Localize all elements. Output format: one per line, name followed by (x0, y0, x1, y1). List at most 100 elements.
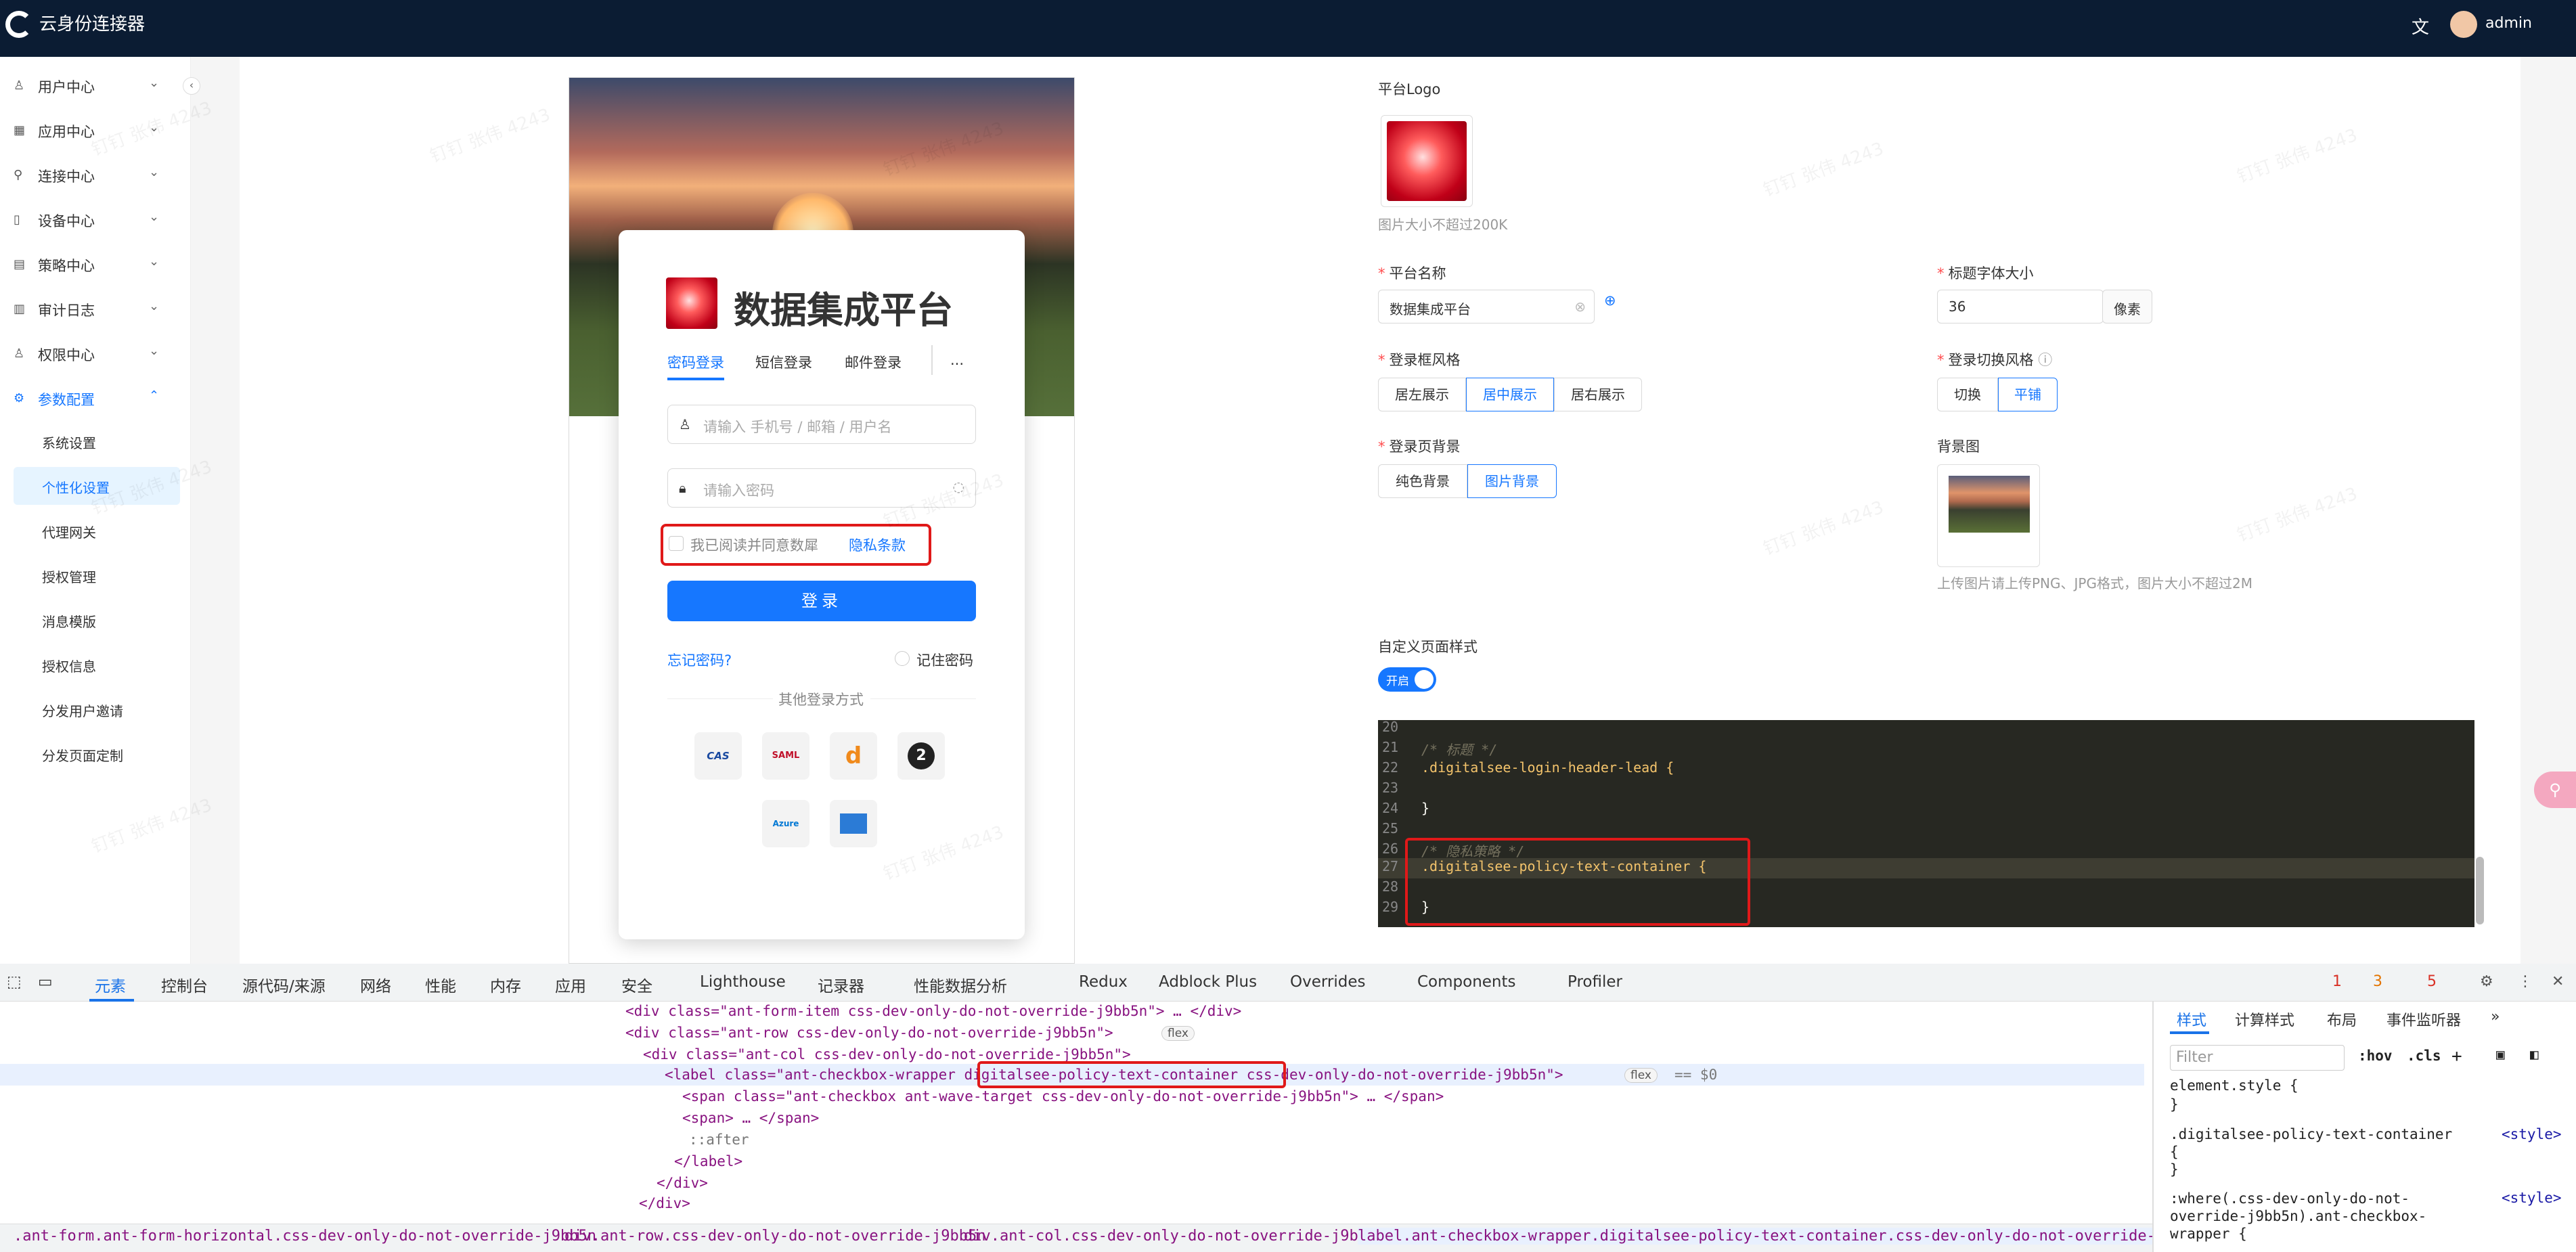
azure-login-icon[interactable]: Azure (762, 800, 809, 847)
logo-upload[interactable] (1381, 115, 1473, 207)
oidc-login-icon[interactable]: d (830, 732, 877, 780)
forgot-password-link[interactable]: 忘记密码? (667, 650, 732, 670)
tab-lighthouse[interactable]: Lighthouse (700, 973, 786, 991)
dom-line[interactable]: <div class="ant-row css-dev-only-do-not-… (625, 1025, 1113, 1041)
rule-source-link[interactable]: <style> (2502, 1126, 2562, 1142)
tab-sources[interactable]: 源代码/来源 (242, 973, 326, 996)
sidebar-item-audit-log[interactable]: ▥ 审计日志 ⌄ (0, 290, 191, 330)
remember-checkbox[interactable] (895, 651, 910, 666)
sidebar-item-permission-center[interactable]: ♙ 权限中心 ⌄ (0, 334, 191, 375)
tab-overrides[interactable]: Overrides (1290, 973, 1366, 991)
sub-item-license-info[interactable]: 授权信息 (14, 646, 180, 684)
sidebar-item-param-config[interactable]: ⚙ 参数配置 ⌃ (0, 379, 191, 420)
tab-application[interactable]: 应用 (555, 973, 586, 996)
bg-image-upload[interactable] (1937, 464, 2040, 567)
warning-count[interactable]: 3 (2373, 973, 2382, 990)
tab-redux[interactable]: Redux (1079, 973, 1128, 991)
option-left[interactable]: 居左展示 (1378, 378, 1466, 411)
dom-line[interactable]: ::after (689, 1132, 749, 1148)
sub-item-invite-users[interactable]: 分发用户邀请 (14, 690, 180, 728)
account-input[interactable]: ♙ 请输入 手机号 / 邮箱 / 用户名 (667, 405, 976, 444)
tab-email-login[interactable]: 邮件登录 (845, 352, 902, 372)
floating-helper-button[interactable]: ⚲ (2534, 772, 2576, 808)
issue-count[interactable]: 5 (2427, 973, 2437, 990)
sidebar-item-policy-center[interactable]: ▤ 策略中心 ⌄ (0, 245, 191, 286)
login-bg-group: 纯色背景 图片背景 (1378, 464, 1557, 498)
gear-icon[interactable]: ⚙ (2480, 973, 2493, 990)
globe-icon[interactable]: ⊕ (1604, 292, 1616, 309)
2fa-login-icon[interactable]: 2 (897, 732, 945, 780)
option-image-bg[interactable]: 图片背景 (1467, 464, 1557, 498)
tab-performance[interactable]: 性能 (425, 973, 456, 996)
more-icon[interactable]: ⋮ (2518, 973, 2533, 990)
option-right[interactable]: 居右展示 (1554, 378, 1642, 411)
collapse-sidebar-button[interactable]: ‹ (183, 77, 200, 95)
saml-login-icon[interactable]: SAML (762, 732, 809, 780)
sidebar-item-device-center[interactable]: ▯ 设备中心 ⌄ (0, 200, 191, 241)
dom-line[interactable]: <div class="ant-form-item css-dev-only-d… (625, 1003, 1241, 1019)
breadcrumb-item-selected[interactable]: label.ant-checkbox-wrapper.digitalsee-po… (1358, 1228, 2210, 1245)
tab-password-login[interactable]: 密码登录 (667, 352, 724, 372)
hov-toggle[interactable]: :hov (2358, 1048, 2393, 1064)
tab-styles[interactable]: 样式 (2177, 1008, 2206, 1030)
add-rule-icon[interactable]: + (2451, 1046, 2462, 1067)
option-center[interactable]: 居中展示 (1466, 378, 1554, 411)
breadcrumb-item[interactable]: div.ant-row.css-dev-only-do-not-override… (564, 1228, 986, 1245)
tab-elements[interactable]: 元素 (95, 973, 126, 996)
dom-line[interactable]: <span> … </span> (682, 1110, 819, 1126)
tab-console[interactable]: 控制台 (161, 973, 208, 996)
option-solid-bg[interactable]: 纯色背景 (1378, 464, 1467, 498)
dom-line[interactable]: </div> (639, 1195, 690, 1211)
inspect-icon[interactable]: ⬚ (7, 973, 22, 991)
error-count[interactable]: 1 (2332, 973, 2342, 990)
tab-security[interactable]: 安全 (621, 973, 652, 996)
sub-item-authorization[interactable]: 授权管理 (14, 556, 180, 594)
avatar[interactable] (2450, 11, 2477, 38)
more-tabs-icon[interactable]: » (2491, 1008, 2500, 1025)
styles-filter-input[interactable]: Filter (2170, 1045, 2345, 1071)
sidebar-item-connect-center[interactable]: ⚲ 连接中心 ⌄ (0, 156, 191, 196)
cls-toggle[interactable]: .cls (2407, 1048, 2441, 1064)
flex-badge[interactable]: flex (1161, 1026, 1195, 1041)
close-icon[interactable]: ✕ (2552, 973, 2564, 990)
sub-item-system-settings[interactable]: 系统设置 (14, 422, 180, 460)
option-tile[interactable]: 平铺 (1998, 378, 2058, 411)
tab-adblock[interactable]: Adblock Plus (1159, 973, 1257, 991)
tab-sms-login[interactable]: 短信登录 (755, 352, 812, 372)
dom-line[interactable]: </label> (674, 1153, 742, 1169)
microsoft-login-icon[interactable] (830, 800, 877, 847)
dom-line[interactable]: </div> (657, 1175, 708, 1191)
sidebar-item-user-center[interactable]: ♙ 用户中心 ⌄ (0, 66, 191, 107)
breadcrumb-item[interactable]: .ant-form.ant-form-horizontal.css-dev-on… (14, 1228, 596, 1245)
tab-event-listeners[interactable]: 事件监听器 (2386, 1008, 2461, 1030)
cas-login-icon[interactable]: CAS (694, 732, 742, 780)
device-toolbar-icon[interactable]: ▭ (38, 973, 53, 991)
tab-more[interactable]: ... (950, 352, 964, 368)
clear-icon[interactable]: ⊗ (1574, 298, 1586, 315)
breadcrumb-item[interactable]: div.ant-col.css-dev-only-do-not-override… (964, 1228, 1385, 1245)
tab-perf-insights[interactable]: 性能数据分析 (914, 973, 1007, 996)
option-switch[interactable]: 切换 (1937, 378, 1998, 411)
tab-layout[interactable]: 布局 (2327, 1008, 2357, 1030)
tab-network[interactable]: 网络 (360, 973, 391, 996)
rule-source-link[interactable]: <style> (2502, 1190, 2562, 1206)
paint-icon[interactable]: ▣ (2496, 1046, 2505, 1063)
sub-item-page-customize[interactable]: 分发页面定制 (14, 735, 180, 773)
tab-recorder[interactable]: 记录器 (818, 973, 864, 996)
platform-name-input[interactable]: 数据集成平台 ⊗ (1378, 290, 1595, 323)
translate-icon[interactable]: 文 (2412, 14, 2429, 39)
user-name[interactable]: admin (2485, 15, 2532, 32)
help-icon[interactable]: ⓘ (2038, 352, 2052, 368)
tab-components[interactable]: Components (1417, 973, 1516, 991)
title-font-size-input[interactable]: 36 (1937, 290, 2104, 323)
login-button[interactable]: 登录 (667, 581, 976, 621)
flex-badge[interactable]: flex (1624, 1068, 1658, 1083)
dom-line[interactable]: <span class="ant-checkbox ant-wave-targe… (682, 1088, 1444, 1104)
tab-memory[interactable]: 内存 (490, 973, 521, 996)
tab-profiler[interactable]: Profiler (1568, 973, 1622, 991)
tab-computed[interactable]: 计算样式 (2235, 1008, 2294, 1030)
dom-line[interactable]: <div class="ant-col css-dev-only-do-not-… (643, 1046, 1131, 1063)
editor-scrollbar[interactable] (2476, 857, 2484, 924)
sidebar-toggle-icon[interactable]: ◧ (2530, 1046, 2539, 1063)
sub-item-message-template[interactable]: 消息模版 (14, 601, 180, 639)
